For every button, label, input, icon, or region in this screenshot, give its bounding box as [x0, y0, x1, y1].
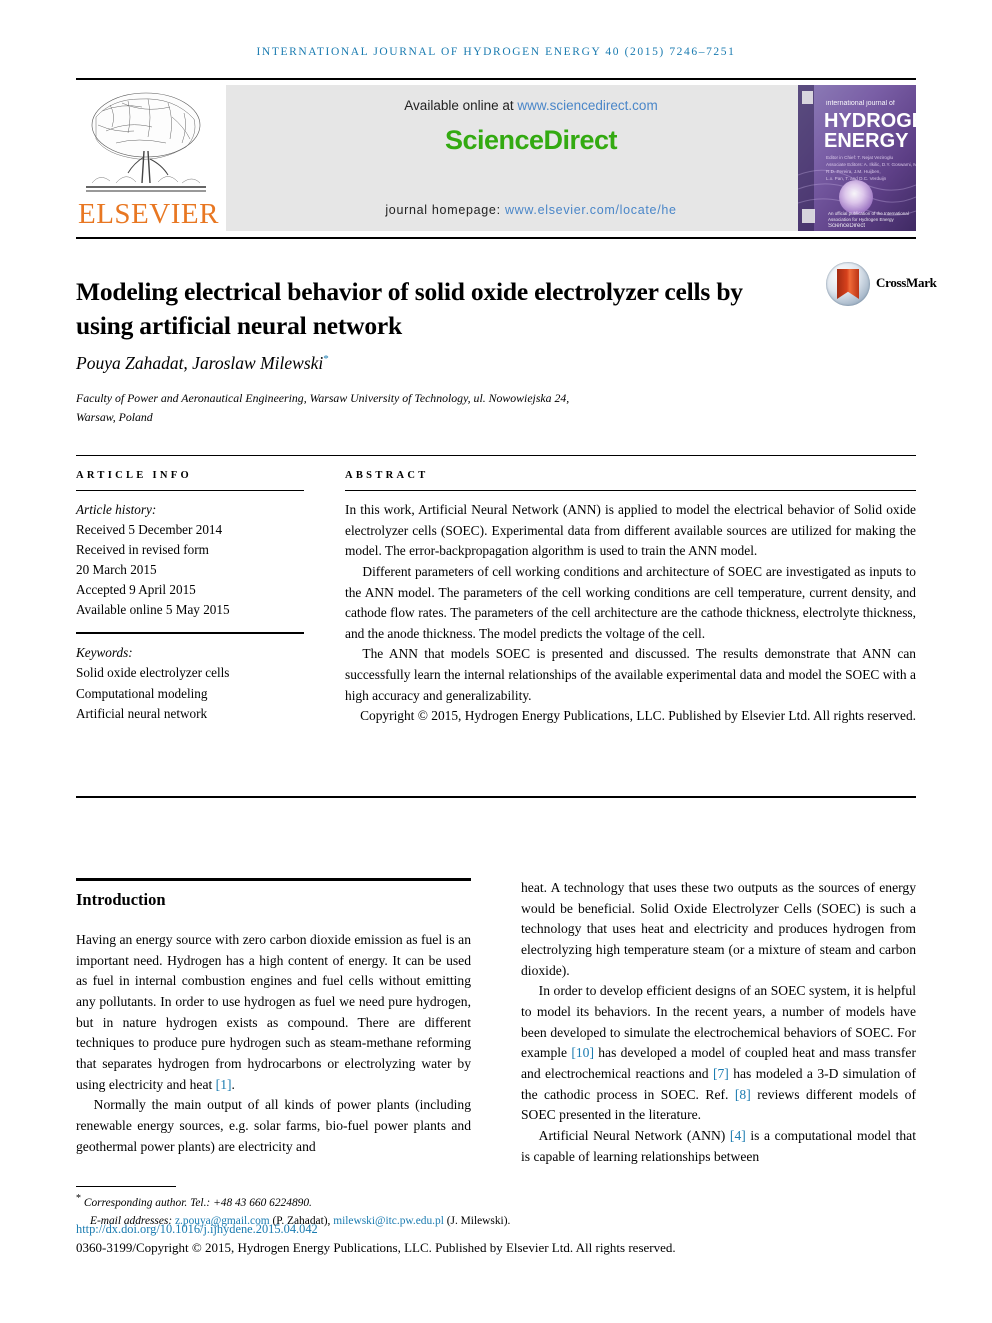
citation-ref[interactable]: [4] — [730, 1128, 746, 1143]
abstract-section-end-rule — [76, 796, 916, 798]
affiliation: Faculty of Power and Aeronautical Engine… — [76, 389, 776, 428]
article-history-block: Article history: Received 5 December 201… — [76, 491, 304, 620]
history-item: Available online 5 May 2015 — [76, 602, 230, 618]
svg-text:ENERGY: ENERGY — [824, 130, 909, 152]
citation-ref[interactable]: [7] — [713, 1066, 729, 1081]
header-rule-bottom — [76, 237, 916, 239]
paragraph-text: Having an energy source with zero carbon… — [76, 932, 471, 1092]
abstract-paragraph: Different parameters of cell working con… — [345, 563, 916, 641]
body-paragraph: Artificial Neural Network (ANN) [4] is a… — [521, 1126, 916, 1167]
body-paragraph: Normally the main output of all kinds of… — [76, 1097, 471, 1154]
history-item: 20 March 2015 — [76, 562, 157, 578]
introduction-text-right: heat. A technology that uses these two o… — [521, 878, 916, 1167]
crossmark-circle-icon — [826, 262, 870, 306]
svg-text:HYDROGEN: HYDROGEN — [824, 110, 916, 132]
article-info-column: ARTICLE INFO Article history: Received 5… — [76, 470, 304, 724]
paragraph-tail: . — [231, 1076, 235, 1092]
body-column-left: Introduction Having an energy source wit… — [76, 878, 471, 1157]
body-paragraph: In order to develop efficient designs of… — [521, 981, 916, 1126]
doi-link[interactable]: http://dx.doi.org/10.1016/j.ijhydene.201… — [76, 1222, 318, 1237]
section-heading-introduction: Introduction — [76, 890, 166, 909]
keywords-block: Keywords: Solid oxide electrolyzer cells… — [76, 634, 304, 723]
sciencedirect-wordmark[interactable]: ScienceDirect — [226, 125, 836, 156]
keyword-item: Artificial neural network — [76, 705, 208, 721]
affiliation-line-2: Warsaw, Poland — [76, 410, 153, 425]
available-online-line: Available online at www.sciencedirect.co… — [226, 98, 836, 113]
abstract-column: ABSTRACT In this work, Artificial Neural… — [345, 470, 916, 727]
affiliation-line-1: Faculty of Power and Aeronautical Engine… — [76, 391, 570, 405]
header-rule-top — [76, 78, 916, 80]
corresponding-author-text: Corresponding author. Tel.: +48 43 660 6… — [81, 1196, 312, 1209]
journal-homepage-line: journal homepage: www.elsevier.com/locat… — [226, 203, 836, 217]
corresponding-author-note: * Corresponding author. Tel.: +48 43 660… — [76, 1191, 816, 1212]
body-column-right: heat. A technology that uses these two o… — [521, 878, 916, 1167]
history-item: Accepted 9 April 2015 — [76, 582, 196, 598]
paragraph-text: Artificial Neural Network (ANN) — [538, 1127, 730, 1143]
introduction-rule — [76, 878, 471, 881]
journal-homepage-link[interactable]: www.elsevier.com/locate/he — [505, 203, 677, 217]
abstract-paragraph: The ANN that models SOEC is presented an… — [345, 646, 916, 703]
body-paragraph: Having an energy source with zero carbon… — [76, 930, 471, 1095]
svg-text:ScienceDirect: ScienceDirect — [828, 223, 865, 229]
elsevier-wordmark: ELSEVIER — [78, 198, 219, 230]
author-names: Pouya Zahadat, Jaroslaw Milewski — [76, 353, 324, 373]
crossmark-label: CrossMark — [876, 275, 937, 290]
sciencedirect-link[interactable]: www.sciencedirect.com — [517, 98, 657, 113]
svg-text:Editor in Chief: T. Nejat Vezi: Editor in Chief: T. Nejat Veziroglu — [826, 155, 894, 160]
journal-masthead: ELSEVIER Available online at www.science… — [76, 85, 916, 231]
journal-homepage-prefix: journal homepage: — [385, 203, 505, 217]
body-paragraph: heat. A technology that uses these two o… — [521, 880, 916, 978]
email-name-author2: (J. Milewski). — [443, 1215, 511, 1228]
abstract-body: In this work, Artificial Neural Network … — [345, 491, 916, 727]
journal-cover-artwork: international journal of HYDROGEN ENERGY… — [798, 85, 916, 231]
abstract-paragraph: In this work, Artificial Neural Network … — [345, 502, 916, 559]
paper-page: International Journal of Hydrogen Energy… — [0, 0, 992, 1323]
citation-ref[interactable]: [1] — [216, 1077, 232, 1092]
crossmark-badge[interactable]: CrossMark — [826, 262, 937, 308]
journal-cover-image[interactable]: international journal of HYDROGEN ENERGY… — [798, 85, 916, 231]
footnote-rule — [76, 1186, 176, 1187]
abstract-heading: ABSTRACT — [345, 470, 429, 481]
running-head: International Journal of Hydrogen Energy… — [256, 46, 736, 58]
history-item: Received in revised form — [76, 542, 209, 558]
article-info-heading: ARTICLE INFO — [76, 470, 192, 481]
keywords-label: Keywords: — [76, 645, 133, 661]
info-section-rule — [76, 455, 916, 456]
issn-copyright-line: 0360-3199/Copyright © 2015, Hydrogen Ene… — [76, 1240, 676, 1255]
svg-text:Association for Hydrogen Energ: Association for Hydrogen Energy — [828, 217, 895, 222]
sciencedirect-band: Available online at www.sciencedirect.co… — [226, 85, 836, 231]
svg-text:Associate Editors: A. Ilkilic,: Associate Editors: A. Ilkilic, D.Y. Gosw… — [826, 162, 916, 167]
page-title: Modeling electrical behavior of solid ox… — [76, 277, 743, 340]
citation-ref[interactable]: [10] — [571, 1045, 594, 1060]
article-history-label: Article history: — [76, 502, 157, 517]
author-list: Pouya Zahadat, Jaroslaw Milewski* — [76, 353, 796, 374]
email-link-author2[interactable]: milewski@itc.pw.edu.pl — [333, 1215, 444, 1227]
available-online-prefix: Available online at — [404, 98, 518, 113]
history-item: Received 5 December 2014 — [76, 522, 223, 538]
crossmark-book-icon — [837, 269, 859, 299]
svg-text:international journal of: international journal of — [826, 100, 895, 107]
abstract-copyright: Copyright © 2015, Hydrogen Energy Public… — [360, 708, 916, 724]
svg-text:An official publication of the: An official publication of the Internati… — [828, 211, 909, 216]
svg-text:R.D. Pereira, J.M. Huijben,: R.D. Pereira, J.M. Huijben, — [826, 169, 881, 174]
keyword-item: Solid oxide electrolyzer cells — [76, 665, 230, 681]
corresponding-author-marker: * — [323, 353, 329, 366]
introduction-text-left: Having an energy source with zero carbon… — [76, 930, 471, 1157]
elsevier-tree-icon — [86, 92, 206, 192]
keyword-item: Computational modeling — [76, 685, 208, 701]
citation-ref[interactable]: [8] — [735, 1087, 751, 1102]
elsevier-logo[interactable]: ELSEVIER — [76, 85, 219, 231]
